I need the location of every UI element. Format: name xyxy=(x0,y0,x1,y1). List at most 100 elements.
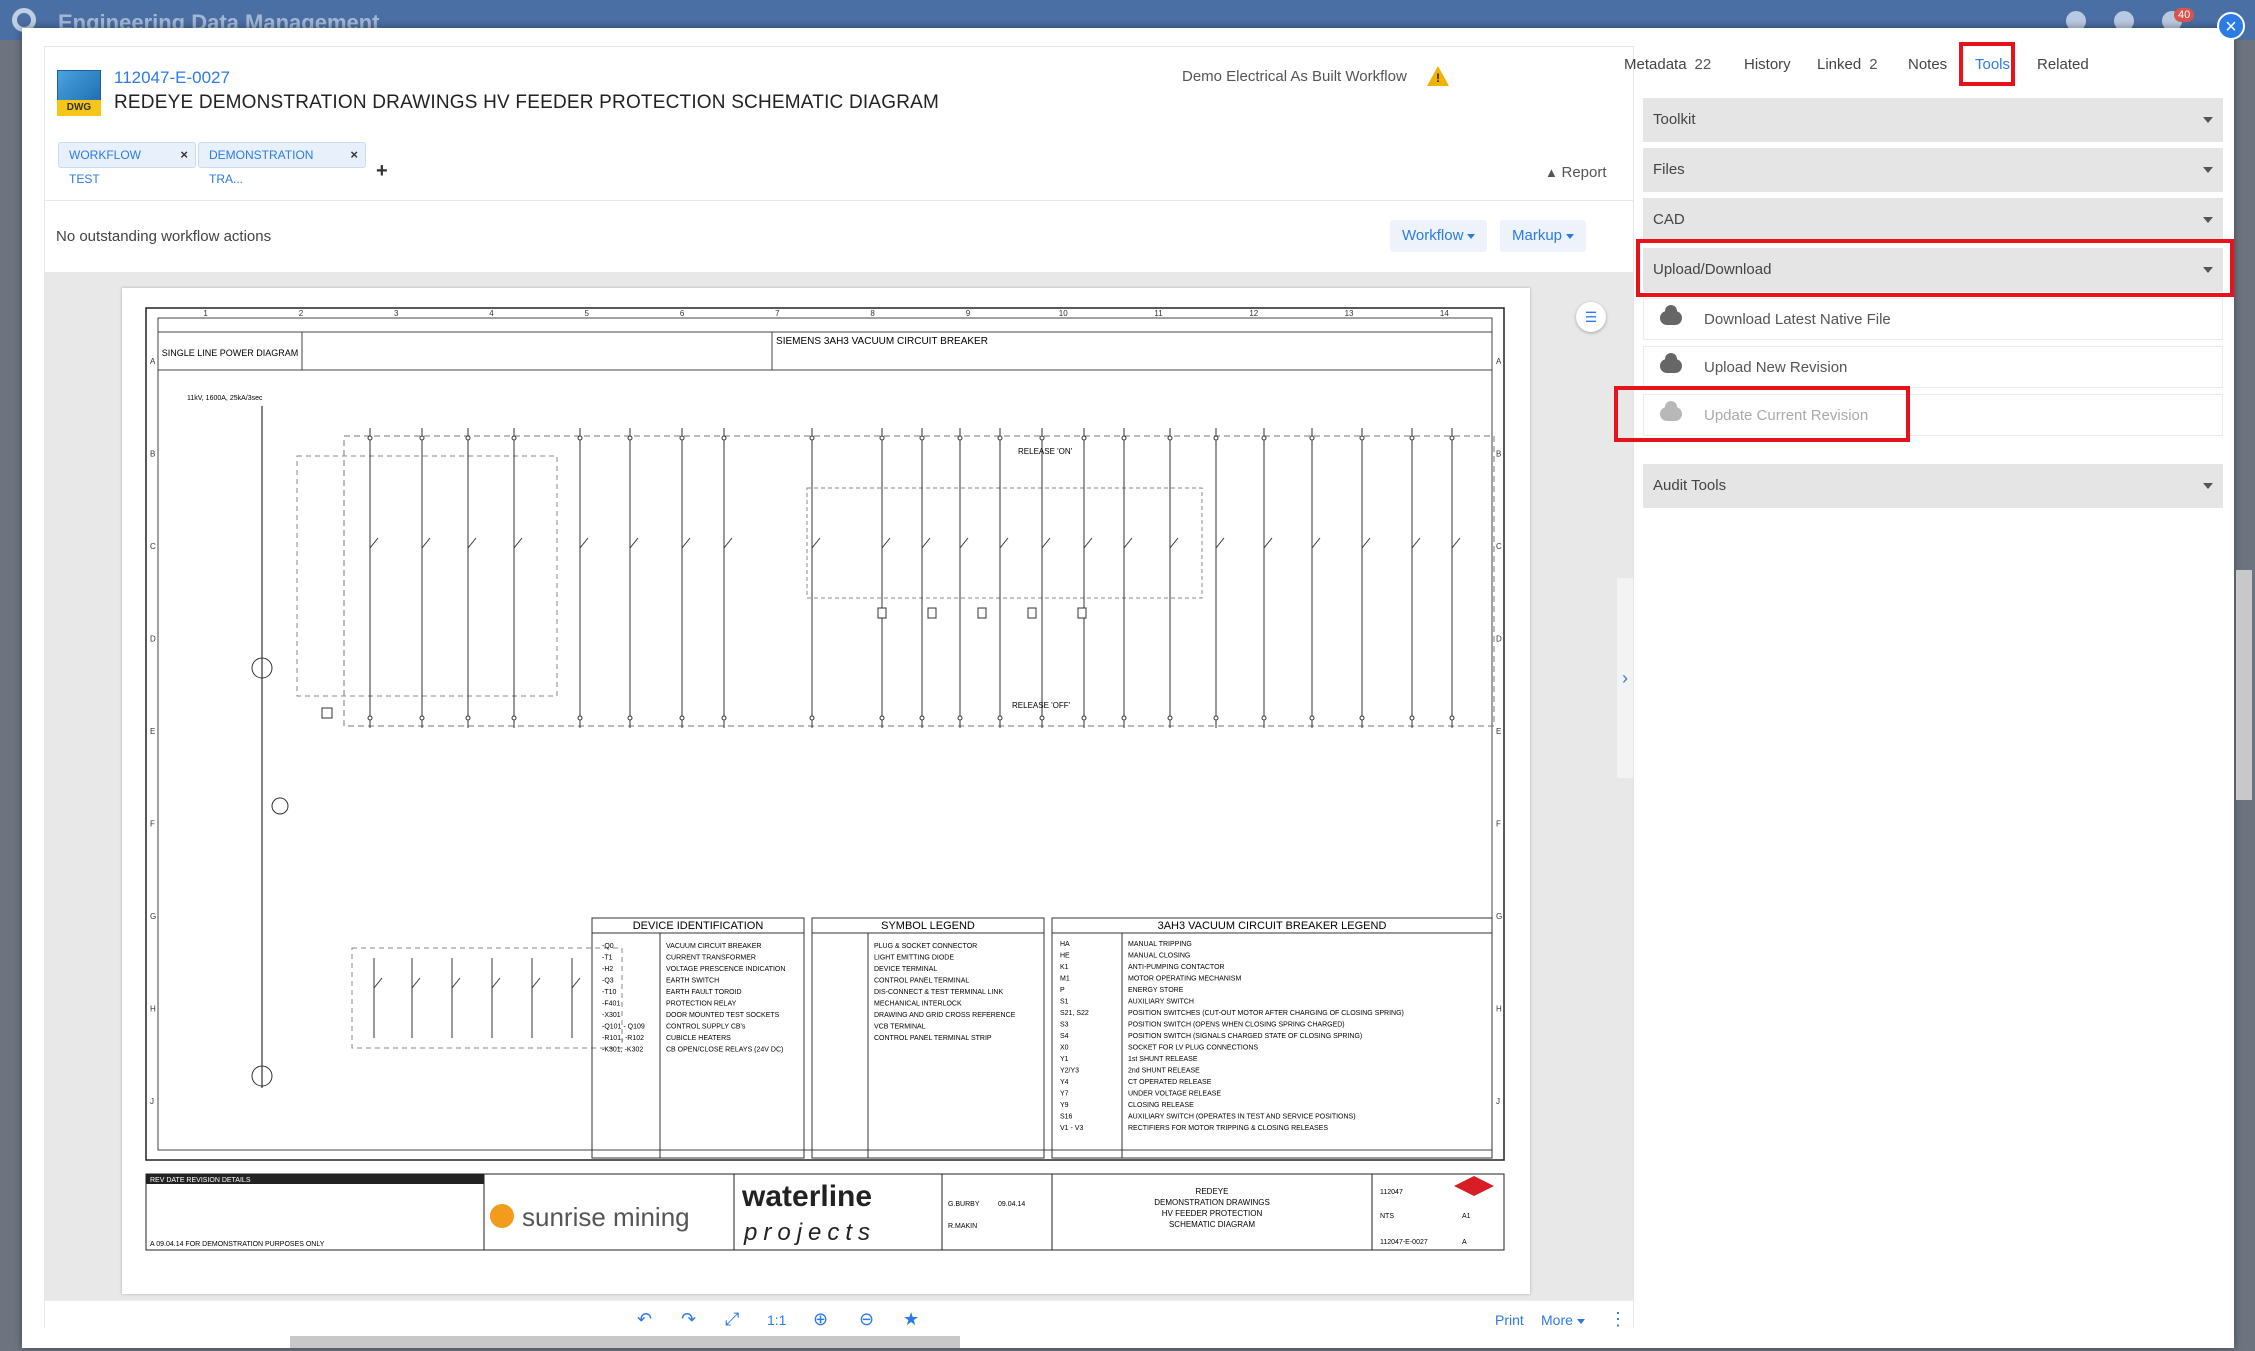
markup-dropdown-button[interactable]: Markup xyxy=(1500,220,1587,252)
legend-description: VACUUM CIRCUIT BREAKER xyxy=(666,943,761,950)
grid-row-label: E xyxy=(1496,727,1501,736)
grid-row-label: G xyxy=(1496,912,1502,921)
close-modal-button[interactable]: × xyxy=(2217,12,2245,40)
tab-history[interactable]: History xyxy=(1744,56,1791,73)
svg-text:A: A xyxy=(1462,1239,1467,1246)
favourite-star-icon[interactable]: ★ xyxy=(903,1309,919,1330)
legend-id: -Q101 - Q109 xyxy=(602,1024,645,1031)
legend-description: LIGHT EMITTING DIODE xyxy=(874,955,954,962)
tag-demonstration[interactable]: DEMONSTRATION TRA... × xyxy=(198,142,366,186)
legend-description: POSITION SWITCHES (CUT-OUT MOTOR AFTER C… xyxy=(1128,1010,1404,1017)
actual-size-button[interactable]: 1:1 xyxy=(767,1312,786,1328)
list-view-button[interactable]: ☰ xyxy=(1576,302,1606,332)
tab-notes[interactable]: Notes xyxy=(1908,56,1947,73)
more-button[interactable]: More xyxy=(1541,1312,1585,1328)
notification-badge: 40 xyxy=(2174,8,2195,22)
svg-text:G.BURBY: G.BURBY xyxy=(948,1201,980,1208)
add-tag-button[interactable]: + xyxy=(376,160,388,183)
legend-id: -X301 xyxy=(602,1012,621,1019)
workflow-name[interactable]: Demo Electrical As Built Workflow xyxy=(1182,68,1407,85)
device-identification-table: DEVICE IDENTIFICATION -Q0 VACUUM CIRCUIT … xyxy=(591,917,805,1159)
drawing-sheet[interactable]: 1 2 3 4 5 6 7 8 9 10 11 12 13 14 AABBCCDDEEFFGGHHJJ S… xyxy=(122,288,1530,1294)
legend-description: EARTH FAULT TOROID xyxy=(666,989,742,996)
collapse-panel-chevron-icon[interactable]: › xyxy=(1617,578,1633,778)
caret-down-icon xyxy=(2203,483,2213,489)
grid-column-label: 14 xyxy=(1440,309,1449,318)
legend-id: Y4 xyxy=(1060,1079,1069,1086)
legend-description: ENERGY STORE xyxy=(1128,987,1184,994)
tab-related[interactable]: Related xyxy=(2037,56,2089,73)
legend-id: P xyxy=(1060,987,1065,994)
svg-text:NTS: NTS xyxy=(1380,1213,1394,1220)
update-current-revision[interactable]: Update Current Revision xyxy=(1643,394,2223,436)
cloud-upload-icon xyxy=(1660,401,1682,421)
legend-description: POSITION SWITCH (SIGNALS CHARGED STATE O… xyxy=(1128,1033,1362,1040)
svg-text:3AH3 VACUUM CIRCUIT BREAKER LE: 3AH3 VACUUM CIRCUIT BREAKER LEGEND xyxy=(1158,920,1387,932)
legend-id: S1 xyxy=(1060,999,1069,1006)
svg-text:A1: A1 xyxy=(1462,1213,1471,1220)
legend-id: Y7 xyxy=(1060,1091,1069,1098)
legend-description: VOLTAGE PRESCENCE INDICATION xyxy=(666,966,785,973)
workflow-dropdown-button[interactable]: Workflow xyxy=(1390,220,1488,252)
legend-id: -R101, -R102 xyxy=(602,1035,644,1042)
zoom-out-icon[interactable]: ⊖ xyxy=(859,1309,874,1330)
document-number-link[interactable]: 112047-E-0027 xyxy=(114,68,230,88)
grid-row-label: D xyxy=(1496,635,1502,644)
download-latest-native-file[interactable]: Download Latest Native File xyxy=(1643,298,2223,340)
viewer-toolbar: ↶ ↷ ⤢ 1:1 ⊕ ⊖ ★ Print More ⋮ xyxy=(45,1300,1633,1338)
legend-id: S3 xyxy=(1060,1022,1069,1029)
legend-description: CT OPERATED RELEASE xyxy=(1128,1079,1212,1086)
upload-new-revision[interactable]: Upload New Revision xyxy=(1643,346,2223,388)
files-section[interactable]: Files xyxy=(1643,148,2223,192)
options-icon[interactable]: ⋮ xyxy=(1609,1309,1627,1330)
zoom-in-icon[interactable]: ⊕ xyxy=(813,1309,828,1330)
legend-description: PROTECTION RELAY xyxy=(666,1001,737,1008)
tag-workflow-test[interactable]: WORKFLOW TEST × xyxy=(58,142,196,186)
grid-column-label: 7 xyxy=(775,309,780,318)
grid-column-label: 8 xyxy=(870,309,875,318)
fit-to-screen-icon[interactable]: ⤢ xyxy=(725,1309,739,1330)
legend-description: DOOR MOUNTED TEST SOCKETS xyxy=(666,1012,780,1019)
legend-description: MECHANICAL INTERLOCK xyxy=(874,1001,962,1008)
grid-row-label: B xyxy=(150,450,155,459)
toolkit-section[interactable]: Toolkit xyxy=(1643,98,2223,142)
report-button[interactable]: ▲ Report xyxy=(1545,164,1607,181)
cloud-download-icon xyxy=(1660,305,1682,325)
caret-down-icon xyxy=(2203,117,2213,123)
grid-row-label: H xyxy=(150,1004,156,1013)
dwg-file-icon: DWG xyxy=(57,70,101,118)
rotate-right-icon[interactable]: ↷ xyxy=(681,1309,696,1330)
tab-metadata[interactable]: Metadata 22 xyxy=(1624,56,1711,73)
caret-down-icon xyxy=(2203,167,2213,173)
remove-tag-icon[interactable]: × xyxy=(180,143,188,167)
tab-tools[interactable]: Tools xyxy=(1975,56,2010,73)
legend-id: -H2 xyxy=(602,966,613,973)
legend-id: HE xyxy=(1060,953,1070,960)
horizontal-scrollbar[interactable] xyxy=(290,1336,960,1348)
legend-description: MANUAL CLOSING xyxy=(1128,953,1190,960)
print-button[interactable]: Print xyxy=(1495,1312,1524,1328)
legend-id: S16 xyxy=(1060,1114,1073,1121)
legend-description: DEVICE TERMINAL xyxy=(874,966,937,973)
warning-icon[interactable]: ! xyxy=(1427,66,1449,86)
grid-row-label: C xyxy=(150,542,156,551)
upload-download-section[interactable]: Upload/Download xyxy=(1643,248,2223,292)
grid-row-label: H xyxy=(1496,1004,1502,1013)
grid-column-label: 5 xyxy=(585,309,590,318)
rotate-left-icon[interactable]: ↶ xyxy=(637,1309,652,1330)
legend-description: ANTI-PUMPING CONTACTOR xyxy=(1128,964,1225,971)
grid-row-label: A xyxy=(150,357,156,366)
svg-text:DEVICE IDENTIFICATION: DEVICE IDENTIFICATION xyxy=(633,920,764,932)
grid-column-label: 3 xyxy=(394,309,399,318)
vertical-scrollbar[interactable] xyxy=(2236,570,2252,800)
drawing-title-line: REDEYE xyxy=(1196,1187,1229,1196)
document-modal: DWG 112047-E-0027 REDEYE DEMONSTRATION D… xyxy=(22,28,2234,1348)
legend-description: AUXILIARY SWITCH xyxy=(1128,999,1194,1006)
audit-tools-section[interactable]: Audit Tools xyxy=(1643,464,2223,508)
grid-column-label: 11 xyxy=(1154,309,1163,318)
legend-id: K1 xyxy=(1060,964,1069,971)
tab-linked[interactable]: Linked 2 xyxy=(1817,56,1878,73)
cad-section[interactable]: CAD xyxy=(1643,198,2223,242)
remove-tag-icon[interactable]: × xyxy=(350,143,358,167)
grid-row-label: A xyxy=(1496,357,1502,366)
